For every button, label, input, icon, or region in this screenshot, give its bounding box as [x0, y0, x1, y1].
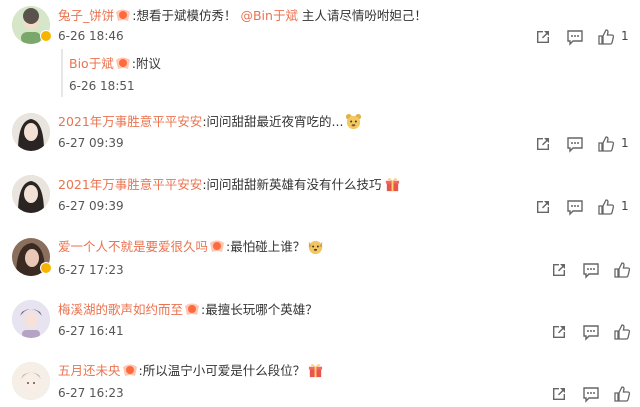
comment-icon[interactable]	[566, 28, 586, 46]
fan-medal-icon	[210, 240, 225, 252]
verified-badge-icon	[40, 30, 52, 42]
comment-icon[interactable]	[582, 261, 602, 279]
comment-icon[interactable]	[566, 198, 586, 216]
thumbs-up-icon[interactable]	[597, 198, 617, 216]
comment-username[interactable]: 五月还未央	[58, 363, 121, 378]
comment-time: 6-27 09:39	[58, 199, 124, 213]
thumbs-up-icon[interactable]	[613, 385, 633, 403]
comment-time: 6-27 16:41	[58, 324, 124, 338]
share-icon[interactable]	[533, 198, 553, 216]
comment-text-continued: 主人请尽情吩咐妲己！	[297, 8, 427, 23]
comment-text: :所以温宁小可爱是什么段位？	[138, 363, 306, 378]
gift-emoji	[385, 178, 399, 192]
comment-time: 6-27 16:23	[58, 386, 124, 400]
comment-text: :最擅长玩哪个英雄？	[201, 302, 318, 317]
like-count: 1	[621, 199, 629, 213]
reply-text: :附议	[131, 56, 161, 71]
reply-username[interactable]: Bio于斌	[69, 56, 114, 71]
comment-time: 6-27 17:23	[58, 263, 124, 277]
verified-badge-icon	[40, 262, 52, 274]
comment-icon[interactable]	[582, 385, 602, 403]
reply-time: 6-26 18:51	[69, 79, 135, 93]
fan-medal-icon	[115, 57, 130, 69]
comment-icon[interactable]	[582, 323, 602, 341]
thumbs-up-icon[interactable]	[613, 323, 633, 341]
comment-username[interactable]: 2021年万事胜意平平安安	[58, 114, 202, 129]
bear-face-emoji	[346, 113, 362, 130]
comment-item: 五月还未央 :所以温宁小可爱是什么段位？ 6-27 16:23	[0, 355, 640, 407]
share-icon[interactable]	[549, 385, 569, 403]
thumbs-up-icon[interactable]	[613, 261, 633, 279]
like-count: 1	[621, 29, 629, 43]
comment-username[interactable]: 2021年万事胜意平平安安	[58, 177, 202, 192]
comment-text: :最怕碰上谁？	[226, 239, 306, 254]
avatar[interactable]	[12, 300, 50, 338]
comment-item: 2021年万事胜意平平安安:问问甜甜最近夜宵吃的... 6-27 09:39 1	[0, 105, 640, 165]
comment-item: 梅溪湖的歌声如约而至 :最擅长玩哪个英雄？ 6-27 16:41	[0, 294, 640, 352]
comment-text: :问问甜甜最近夜宵吃的...	[202, 114, 344, 129]
avatar[interactable]	[12, 362, 50, 400]
comment-item: 爱一个人不就是要爱很久吗 :最怕碰上谁？ 6-27 17:23	[0, 232, 640, 292]
comment-text: :想看于斌模仿秀！	[132, 8, 237, 23]
fan-medal-icon	[122, 364, 137, 376]
nested-reply: Bio于斌 :附议 6-26 18:51	[61, 49, 621, 97]
share-icon[interactable]	[549, 261, 569, 279]
comment-time: 6-27 09:39	[58, 136, 124, 150]
comment-item: 兔子_饼饼 :想看于斌模仿秀！ @Bin于斌 主人请尽情吩咐妲己！ 6-26 18…	[0, 0, 640, 100]
share-icon[interactable]	[533, 28, 553, 46]
thumbs-up-icon[interactable]	[597, 28, 617, 46]
comment-text: :问问甜甜新英雄有没有什么技巧	[202, 177, 382, 192]
fan-medal-icon	[116, 9, 131, 21]
comment-username[interactable]: 兔子_饼饼	[58, 8, 114, 23]
avatar[interactable]	[12, 175, 50, 213]
mention-link[interactable]: @Bin于斌	[240, 8, 297, 23]
comment-username[interactable]: 梅溪湖的歌声如约而至	[58, 302, 183, 317]
comment-item: 2021年万事胜意平平安安:问问甜甜新英雄有没有什么技巧 6-27 09:39 …	[0, 168, 640, 228]
gift-emoji	[309, 364, 323, 378]
avatar[interactable]	[12, 113, 50, 151]
comment-icon[interactable]	[566, 135, 586, 153]
comment-username[interactable]: 爱一个人不就是要爱很久吗	[58, 239, 208, 254]
like-count: 1	[621, 136, 629, 150]
dog-face-emoji	[309, 240, 323, 255]
share-icon[interactable]	[533, 135, 553, 153]
share-icon[interactable]	[549, 323, 569, 341]
comment-time: 6-26 18:46	[58, 29, 124, 43]
thumbs-up-icon[interactable]	[597, 135, 617, 153]
fan-medal-icon	[185, 303, 200, 315]
